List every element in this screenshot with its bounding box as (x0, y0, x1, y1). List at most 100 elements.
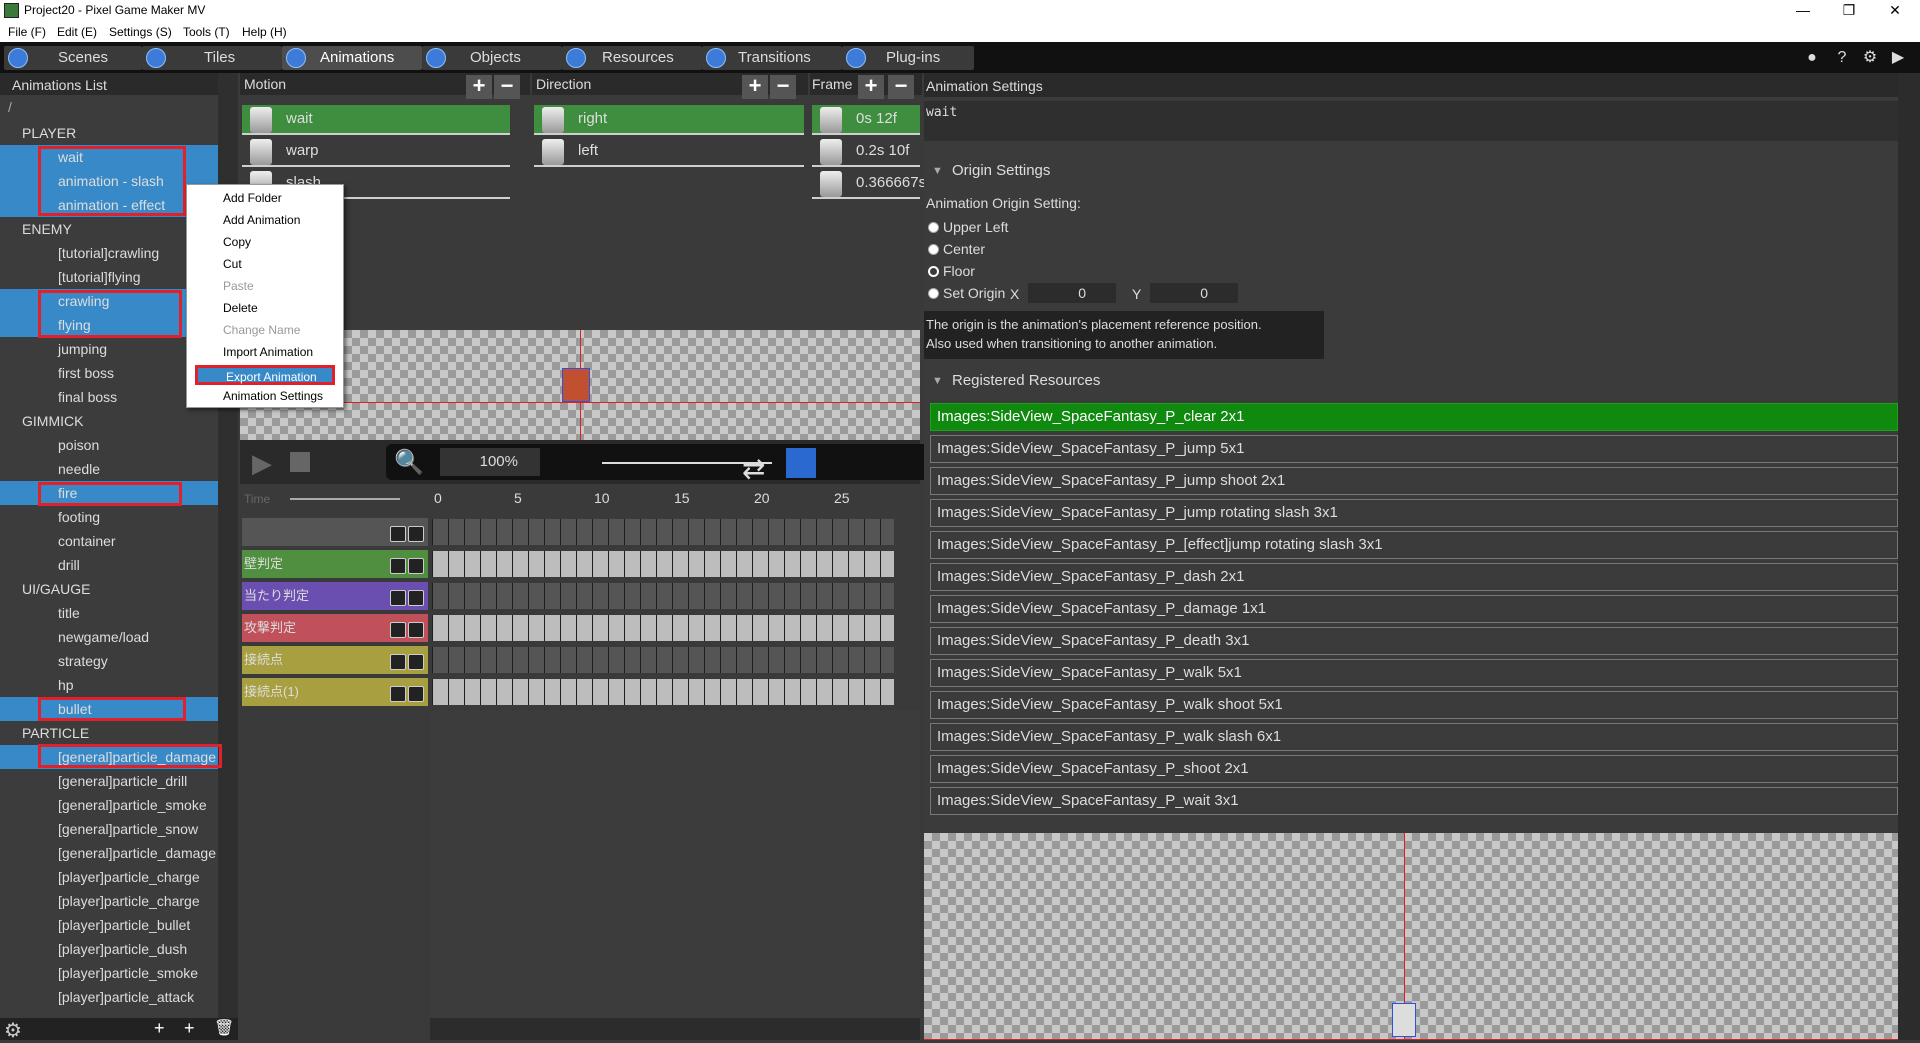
list-item[interactable]: newgame/load (0, 625, 218, 649)
lock-icon[interactable] (390, 654, 406, 670)
timeline-track-cells[interactable] (432, 647, 894, 673)
zoom-value[interactable]: 100% (440, 448, 540, 476)
origin-settings-header[interactable]: ▼ Origin Settings (924, 157, 1898, 185)
timeline-track-label[interactable]: 壁判定 (242, 550, 428, 578)
help-icon[interactable]: ? (1832, 48, 1852, 68)
add-motion-button[interactable]: + (466, 75, 492, 99)
list-item[interactable]: container (0, 529, 218, 553)
tab-transitions[interactable]: Transitions (702, 46, 842, 70)
tab-scenes[interactable]: Scenes (4, 46, 142, 70)
resource-item[interactable]: Images:SideView_SpaceFantasy_P_damage 1x… (930, 595, 1898, 623)
list-item[interactable]: [player]particle_charge (0, 865, 218, 889)
resource-item[interactable]: Images:SideView_SpaceFantasy_P_wait 3x1 (930, 787, 1898, 815)
eye-icon[interactable] (408, 622, 424, 638)
tab-resources[interactable]: Resources (562, 46, 702, 70)
timeline-track-label[interactable]: 接続点(1) (242, 678, 428, 706)
context-menu-item[interactable]: Import Animation (223, 345, 313, 359)
list-item[interactable]: [general]particle_snow (0, 817, 218, 841)
list-item[interactable]: [player]particle_dush (0, 937, 218, 961)
context-menu-item[interactable]: Copy (223, 235, 251, 249)
registered-resources-header[interactable]: ▼ Registered Resources (924, 367, 1898, 395)
lock-icon[interactable] (390, 590, 406, 606)
maximize-button[interactable]: ❐ (1826, 0, 1872, 22)
zoom-extra-icon[interactable]: ⇄ (742, 452, 765, 485)
timeline-track-cells[interactable] (432, 679, 894, 705)
timeline-track-label[interactable]: 接続点 (242, 646, 428, 674)
resource-item[interactable]: Images:SideView_SpaceFantasy_P_clear 2x1 (930, 403, 1898, 431)
play-button[interactable]: ▶ (252, 448, 272, 479)
list-item[interactable]: [player]particle_smoke (0, 961, 218, 985)
list-item[interactable]: title (0, 601, 218, 625)
tab-animations[interactable]: Animations (282, 46, 422, 70)
eye-icon[interactable] (408, 686, 424, 702)
play-icon[interactable]: ▶ (1888, 48, 1908, 68)
timeline-track-cells[interactable] (432, 551, 894, 577)
folder-row[interactable]: UI/GAUGE (0, 577, 218, 601)
motion-item[interactable]: wait (242, 105, 510, 135)
list-item[interactable]: hp (0, 673, 218, 697)
menu-settings[interactable]: Settings (S) (109, 25, 172, 39)
stop-button[interactable] (290, 452, 310, 472)
list-item[interactable]: poison (0, 433, 218, 457)
list-item[interactable]: [general]particle_smoke (0, 793, 218, 817)
context-menu-item[interactable]: Change Name (223, 323, 300, 337)
timeline-track-label[interactable]: 当たり判定 (242, 582, 428, 610)
globe-icon[interactable]: ● (1802, 48, 1822, 68)
remove-frame-button[interactable]: − (888, 75, 914, 99)
resource-item[interactable]: Images:SideView_SpaceFantasy_P_jump 5x1 (930, 435, 1898, 463)
timeline-track-label[interactable]: 攻撃判定 (242, 614, 428, 642)
sprite-preview[interactable] (562, 368, 590, 402)
direction-item[interactable]: left (534, 137, 804, 167)
context-menu-item[interactable]: Export Animation (195, 365, 335, 385)
gear-icon[interactable]: ⚙ (1860, 48, 1880, 68)
resource-item[interactable]: Images:SideView_SpaceFantasy_P_dash 2x1 (930, 563, 1898, 591)
eye-icon[interactable] (408, 526, 424, 542)
timeline-track-cells[interactable] (432, 583, 894, 609)
add-folder-icon[interactable]: + (154, 1018, 165, 1039)
direction-item[interactable]: right (534, 105, 804, 135)
resource-item[interactable]: Images:SideView_SpaceFantasy_P_walk shoo… (930, 691, 1898, 719)
timeline-track-cells[interactable] (432, 615, 894, 641)
resource-item[interactable]: Images:SideView_SpaceFantasy_P_walk 5x1 (930, 659, 1898, 687)
remove-motion-button[interactable]: − (494, 75, 520, 99)
resource-item[interactable]: Images:SideView_SpaceFantasy_P_shoot 2x1 (930, 755, 1898, 783)
eye-icon[interactable] (408, 590, 424, 606)
menu-help[interactable]: Help (H) (242, 25, 287, 39)
context-menu-item[interactable]: Add Animation (223, 213, 300, 227)
origin-center-radio[interactable]: Center (928, 241, 985, 257)
motion-item[interactable]: warp (242, 137, 510, 167)
tab-tiles[interactable]: Tiles (142, 46, 282, 70)
close-button[interactable]: ✕ (1872, 0, 1918, 22)
settings-gear-icon[interactable]: ⚙ (4, 1018, 22, 1043)
resource-sprite[interactable] (1392, 1003, 1416, 1037)
origin-x-input[interactable]: 0 (1028, 283, 1116, 303)
origin-upper-left-radio[interactable]: Upper Left (928, 219, 1008, 235)
context-menu-item[interactable]: Cut (223, 257, 242, 271)
minimize-button[interactable]: — (1780, 0, 1826, 22)
list-item[interactable]: [player]particle_attack (0, 985, 218, 1009)
eye-icon[interactable] (408, 558, 424, 574)
tab-objects[interactable]: Objects (422, 46, 562, 70)
origin-y-input[interactable]: 0 (1150, 283, 1238, 303)
timeline-scrollbar[interactable] (430, 1018, 920, 1040)
add-direction-button[interactable]: + (742, 75, 768, 99)
menu-edit[interactable]: Edit (E) (57, 25, 97, 39)
list-item[interactable]: footing (0, 505, 218, 529)
context-menu-item[interactable]: Delete (223, 301, 258, 315)
lock-icon[interactable] (390, 622, 406, 638)
add-frame-button[interactable]: + (858, 75, 884, 99)
origin-set-origin-radio[interactable]: Set Origin (928, 285, 1005, 301)
list-item[interactable]: needle (0, 457, 218, 481)
frame-item[interactable]: 0s 12f (812, 105, 920, 135)
resource-preview[interactable] (924, 833, 1898, 1040)
trash-icon[interactable]: 🗑 (214, 1018, 234, 1038)
tab-plugins[interactable]: Plug-ins (842, 46, 974, 70)
lock-icon[interactable] (390, 526, 406, 542)
list-item[interactable]: drill (0, 553, 218, 577)
remove-direction-button[interactable]: − (770, 75, 796, 99)
folder-row[interactable]: PLAYER (0, 121, 218, 145)
context-menu-item[interactable]: Add Folder (223, 191, 282, 205)
settings-scrollbar[interactable] (1898, 73, 1920, 1040)
time-slider[interactable] (290, 498, 400, 500)
menu-file[interactable]: File (F) (8, 25, 46, 39)
